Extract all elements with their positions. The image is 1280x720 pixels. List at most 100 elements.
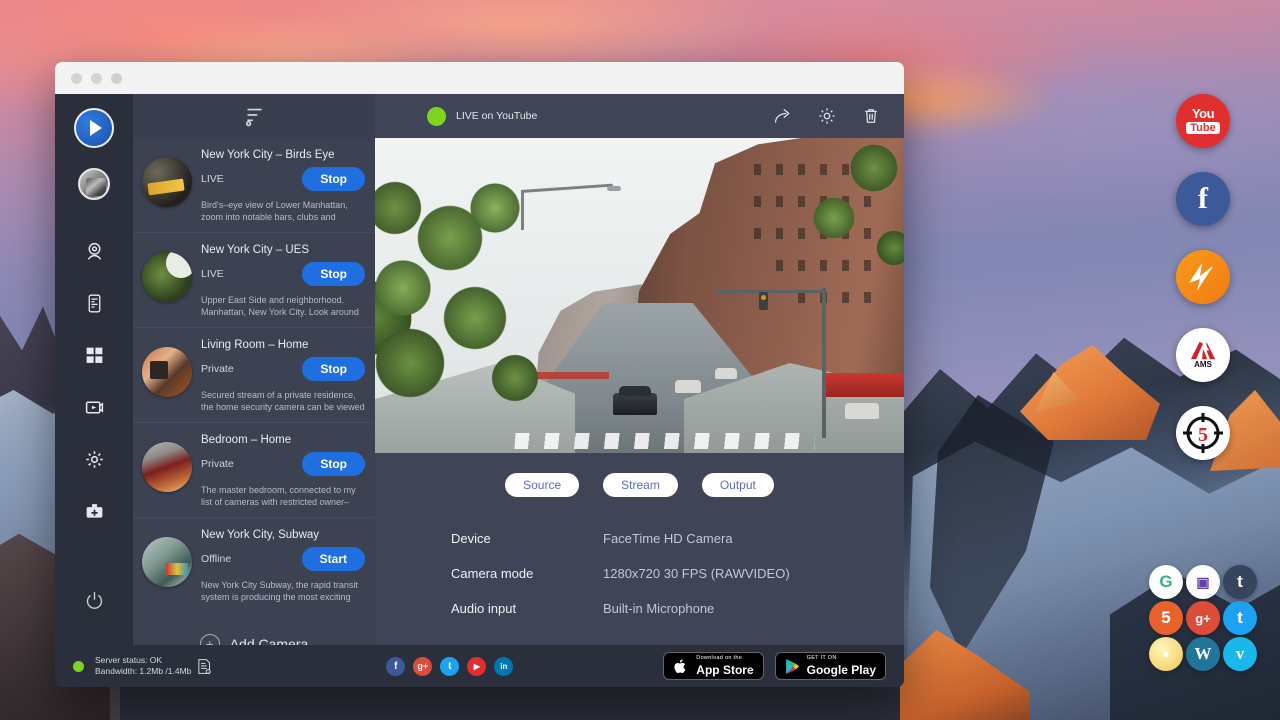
google-play-big-label: Google Play [807, 664, 876, 676]
mobile-device-icon [84, 293, 105, 314]
facebook-glyph: f [1198, 182, 1208, 216]
detail-value[interactable]: 1280x720 30 FPS (RAWVIDEO) [603, 566, 790, 581]
trash-icon [861, 106, 881, 126]
camera-list-item[interactable]: New York City, Subway Offline Start New … [133, 518, 375, 612]
twitter-glyph: t [448, 661, 451, 672]
video-preview[interactable] [375, 138, 904, 453]
shortcut-wirecast-icon[interactable]: 5 [1176, 406, 1230, 460]
twitch-glyph: ▣ [1196, 574, 1209, 591]
share-button[interactable] [768, 101, 798, 131]
detail-row: Device FaceTime HD Camera [451, 531, 904, 546]
social-smugmug-icon[interactable]: 5 [1149, 601, 1183, 635]
camera-action-button[interactable]: Stop [302, 262, 365, 286]
sort-button[interactable] [241, 103, 267, 129]
camera-description: The master bedroom, connected to my list… [201, 484, 365, 508]
camera-thumbnail [142, 157, 192, 207]
detail-value[interactable]: FaceTime HD Camera [603, 531, 733, 546]
sidebar-item-support[interactable] [72, 488, 116, 534]
server-status-text: Server status: OK [95, 655, 191, 666]
detail-tabs: Source Stream Output [375, 473, 904, 497]
camera-list-item[interactable]: Bedroom – Home Private Stop The master b… [133, 423, 375, 518]
preview-traffic-light [759, 292, 768, 310]
delete-button[interactable] [856, 101, 886, 131]
app-store-text: Download on the App Store [696, 656, 753, 676]
shortcut-wowza-icon[interactable] [1176, 250, 1230, 304]
social-gumroad-icon[interactable]: G [1149, 565, 1183, 599]
app-logo-icon[interactable] [74, 108, 114, 148]
camera-action-button[interactable]: Start [302, 547, 365, 571]
googleplus-glyph: g+ [417, 661, 428, 671]
camera-action-button[interactable]: Stop [302, 452, 365, 476]
camera-info: New York City – UES LIVE Stop Upper East… [201, 242, 365, 318]
camera-list[interactable]: New York City – Birds Eye LIVE Stop Bird… [133, 138, 375, 645]
detail-value[interactable]: Built-in Microphone [603, 601, 714, 616]
tab-source[interactable]: Source [505, 473, 579, 497]
social-flickr-icon[interactable]: ● [1149, 637, 1183, 671]
plus-circle-icon: + [200, 634, 220, 645]
social-vimeo-icon[interactable]: v [1223, 637, 1257, 671]
settings-button[interactable] [812, 101, 842, 131]
social-googleplus-icon[interactable]: g+ [1186, 601, 1220, 635]
camera-list-item[interactable]: Living Room – Home Private Stop Secured … [133, 328, 375, 423]
sidebar-item-power[interactable] [72, 577, 116, 623]
camera-thumbnail [142, 537, 192, 587]
webcam-icon [84, 241, 105, 262]
user-avatar[interactable] [78, 168, 110, 200]
detail-row: Audio input Built-in Microphone [451, 601, 904, 616]
sidebar-item-apps[interactable] [72, 332, 116, 378]
tab-output[interactable]: Output [702, 473, 774, 497]
maximize-button[interactable] [111, 73, 122, 84]
window-titlebar [55, 62, 904, 94]
camera-action-button[interactable]: Stop [302, 357, 365, 381]
log-button[interactable]: i [197, 658, 212, 675]
shortcut-adobe-ams-icon[interactable]: AMS [1176, 328, 1230, 382]
shortcut-facebook-icon[interactable]: f [1176, 172, 1230, 226]
tab-stream[interactable]: Stream [603, 473, 678, 497]
app-store-big-label: App Store [696, 664, 753, 676]
camera-action-button[interactable]: Stop [302, 167, 365, 191]
shortcut-youtube-icon[interactable]: You Tube [1176, 94, 1230, 148]
linkedin-link-icon[interactable]: in [494, 657, 513, 676]
google-play-icon [784, 658, 800, 675]
adobe-a-icon [1190, 341, 1216, 360]
sidebar-item-player[interactable] [72, 384, 116, 430]
share-icon [773, 106, 793, 126]
googleplus-link-icon[interactable]: g+ [413, 657, 432, 676]
camera-status: Private [201, 458, 234, 470]
desktop-social-grid: G ▣ t 5 g+ t ● W v [1148, 564, 1258, 672]
sidebar-item-devices[interactable] [72, 280, 116, 326]
adobe-ams-label: AMS [1194, 360, 1212, 369]
gear-icon [817, 106, 837, 126]
twitter-glyph: t [1237, 608, 1243, 628]
camera-list-item[interactable]: New York City – Birds Eye LIVE Stop Bird… [133, 138, 375, 233]
sidebar-item-cameras[interactable] [72, 228, 116, 274]
main-pane: LIVE on YouTube [375, 94, 904, 645]
server-status-indicator [73, 661, 84, 672]
camera-info: Living Room – Home Private Stop Secured … [201, 337, 365, 413]
grid-apps-icon [84, 345, 105, 366]
video-player-icon [84, 397, 105, 418]
camera-list-item[interactable]: New York City – UES LIVE Stop Upper East… [133, 233, 375, 328]
social-twitch-icon[interactable]: ▣ [1186, 565, 1220, 599]
camera-title: Living Room – Home [201, 339, 365, 351]
social-tumblr-icon[interactable]: t [1223, 565, 1257, 599]
twitter-link-icon[interactable]: t [440, 657, 459, 676]
google-play-badge[interactable]: GET IT ON Google Play [775, 652, 886, 680]
sidebar-item-settings[interactable] [72, 436, 116, 482]
google-play-text: GET IT ON Google Play [807, 656, 876, 676]
preview-car [715, 368, 737, 379]
social-wordpress-icon[interactable]: W [1186, 637, 1220, 671]
preview-trees-right [804, 138, 904, 308]
youtube-link-icon[interactable]: ▶ [467, 657, 486, 676]
facebook-link-icon[interactable]: f [386, 657, 405, 676]
vimeo-glyph: v [1236, 644, 1245, 664]
status-social-links: f g+ t ▶ in [386, 657, 513, 676]
google-play-small-label: GET IT ON [807, 656, 876, 662]
add-camera-button[interactable]: + Add Camera [133, 612, 375, 645]
desktop-shortcuts: You Tube f AMS 5 [1176, 94, 1234, 484]
close-button[interactable] [71, 73, 82, 84]
minimize-button[interactable] [91, 73, 102, 84]
social-twitter-icon[interactable]: t [1223, 601, 1257, 635]
app-store-badge[interactable]: Download on the App Store [663, 652, 763, 680]
server-status-text-block: Server status: OK Bandwidth: 1.2Mb /1.4M… [95, 655, 191, 677]
